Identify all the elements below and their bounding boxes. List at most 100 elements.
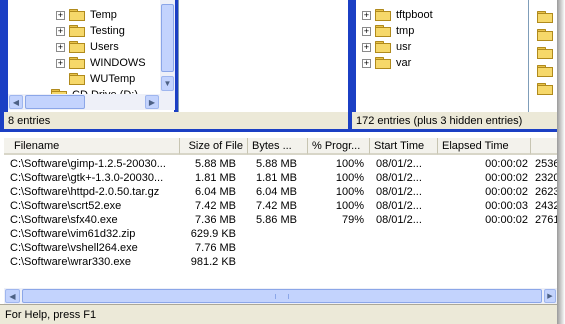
local-file-list[interactable] — [178, 0, 348, 112]
cell-extra — [535, 241, 557, 255]
tree-node[interactable]: + WINDOWS — [56, 55, 146, 71]
expand-icon[interactable]: + — [362, 26, 371, 36]
cell-size: 981.2 KB — [190, 256, 236, 268]
cell-bytes — [256, 255, 306, 269]
hscroll-thumb[interactable] — [25, 95, 85, 109]
table-row[interactable]: C:\Software\wrar330.exe 981.2 KB — [4, 255, 557, 269]
column-header[interactable]: Filename — [4, 138, 180, 155]
cell-progress: 100% — [335, 172, 364, 184]
expand-icon[interactable]: + — [56, 10, 65, 20]
tree-node-label: WINDOWS — [90, 57, 146, 69]
folder-icon — [69, 73, 85, 85]
expand-icon[interactable]: + — [362, 10, 371, 20]
cell-progress — [308, 227, 364, 241]
cell-filename: C:\Software\gtk+-1.3.0-20030... — [10, 172, 164, 184]
folder-icon — [375, 9, 391, 21]
cell-start: 08/01/2... — [376, 200, 422, 212]
cell-filename: C:\Software\gimp-1.2.5-20030... — [10, 158, 166, 170]
folder-icon — [537, 29, 553, 41]
tree-node-label: var — [396, 57, 412, 69]
scroll-right-button[interactable]: ▶ — [544, 289, 556, 303]
table-row[interactable]: C:\Software\scrt52.exe 7.42 MB 7.42 MB 100%… — [4, 199, 557, 213]
expand-icon[interactable]: + — [362, 58, 371, 68]
vscroll-thumb[interactable] — [161, 4, 174, 72]
grip-icon — [275, 294, 289, 299]
folder-icon — [537, 83, 553, 95]
cell-progress: 100% — [335, 158, 364, 170]
folder-icon — [375, 57, 391, 69]
folder-icon — [69, 57, 85, 69]
expand-icon[interactable]: + — [56, 26, 65, 36]
column-header[interactable]: Bytes ... — [248, 138, 308, 155]
cell-elapsed — [438, 227, 528, 241]
tree-node[interactable]: + tftpboot — [362, 7, 433, 23]
folder-icon — [375, 25, 391, 37]
tree-node-label: tftpboot — [396, 9, 433, 21]
scroll-left-button[interactable]: ◀ — [9, 95, 23, 109]
expand-icon[interactable]: + — [56, 42, 65, 52]
table-row[interactable]: C:\Software\vim61d32.zip 629.9 KB — [4, 227, 557, 241]
tree-node[interactable]: + usr — [362, 39, 411, 55]
expand-icon[interactable]: + — [362, 42, 371, 52]
local-entries-count: 8 entries — [8, 115, 51, 127]
cell-start: 08/01/2... — [376, 186, 422, 198]
cell-extra: 2320 — [535, 172, 557, 184]
tree-node[interactable]: + tmp — [362, 23, 414, 39]
cell-elapsed: 00:00:02 — [485, 172, 528, 184]
cell-size: 7.76 MB — [195, 242, 236, 254]
cell-bytes — [256, 227, 306, 241]
folder-icon — [537, 65, 553, 77]
cell-bytes: 6.04 MB — [256, 186, 297, 198]
tree-node-label: Users — [90, 41, 119, 53]
table-row[interactable]: C:\Software\gimp-1.2.5-20030... 5.88 MB 5.… — [4, 157, 557, 171]
cell-filename: C:\Software\vim61d32.zip — [10, 228, 136, 240]
table-row[interactable]: C:\Software\sfx40.exe 7.36 MB 5.86 MB 79% 08… — [4, 213, 557, 227]
cell-extra — [535, 227, 557, 241]
tree-node[interactable]: + Users — [56, 39, 119, 55]
tree-node[interactable]: WUTemp — [56, 71, 135, 87]
scroll-left-button[interactable]: ◀ — [5, 289, 20, 303]
folder-icon — [375, 41, 391, 53]
tree-node[interactable]: + Temp — [56, 7, 117, 23]
local-status: 8 entries — [4, 112, 348, 129]
scroll-right-button[interactable]: ▶ — [145, 95, 159, 109]
transfer-queue[interactable]: Filename Size of File Bytes ...% Progr... S… — [4, 138, 557, 288]
cell-progress — [308, 255, 364, 269]
cell-progress: 100% — [335, 200, 364, 212]
cell-size: 7.42 MB — [195, 200, 236, 212]
cell-elapsed: 00:00:02 — [485, 214, 528, 226]
local-tree-hscrollbar[interactable]: ◀ ▶ — [8, 94, 175, 110]
table-row[interactable]: C:\Software\gtk+-1.3.0-20030... 1.81 MB 1.… — [4, 171, 557, 185]
table-row[interactable]: C:\Software\vshell264.exe 7.76 MB — [4, 241, 557, 255]
cell-filename: C:\Software\sfx40.exe — [10, 214, 118, 226]
cell-progress — [308, 241, 364, 255]
tree-node[interactable]: + Testing — [56, 23, 125, 39]
column-header[interactable]: Start Time — [370, 138, 438, 155]
cell-elapsed: 00:00:03 — [485, 200, 528, 212]
cell-extra: 2623 — [535, 186, 557, 198]
tree-node[interactable]: + var — [362, 55, 411, 71]
cell-elapsed — [438, 241, 528, 255]
status-bar: For Help, press F1 — [0, 304, 557, 324]
column-header[interactable]: Size of File — [180, 138, 248, 155]
scroll-down-button[interactable]: ▼ — [161, 76, 174, 91]
column-header[interactable]: % Progr... — [308, 138, 370, 155]
hscroll-thumb[interactable] — [22, 289, 542, 303]
cell-progress: 79% — [341, 214, 364, 226]
table-row[interactable]: C:\Software\httpd-2.0.50.tar.gz 6.04 MB 6.… — [4, 185, 557, 199]
expand-icon[interactable]: + — [56, 58, 65, 68]
queue-hscrollbar[interactable]: ◀ ▶ — [4, 288, 557, 304]
cell-start — [376, 255, 436, 269]
cell-bytes: 5.88 MB — [256, 158, 297, 170]
remote-file-list[interactable] — [528, 0, 557, 112]
tree-node-label: Testing — [90, 25, 125, 37]
column-header[interactable] — [531, 138, 557, 155]
cell-filename: C:\Software\httpd-2.0.50.tar.gz — [10, 186, 160, 198]
cell-filename: C:\Software\scrt52.exe — [10, 200, 122, 212]
tree-node-label: tmp — [396, 25, 415, 37]
cell-start: 08/01/2... — [376, 158, 422, 170]
column-header[interactable]: Elapsed Time — [438, 138, 531, 155]
remote-folder-tree[interactable]: + tftpboot + tmp + usr + var — [356, 0, 528, 112]
tree-node-label: Temp — [90, 9, 117, 21]
local-tree-vscrollbar[interactable]: ▼ — [160, 0, 175, 94]
